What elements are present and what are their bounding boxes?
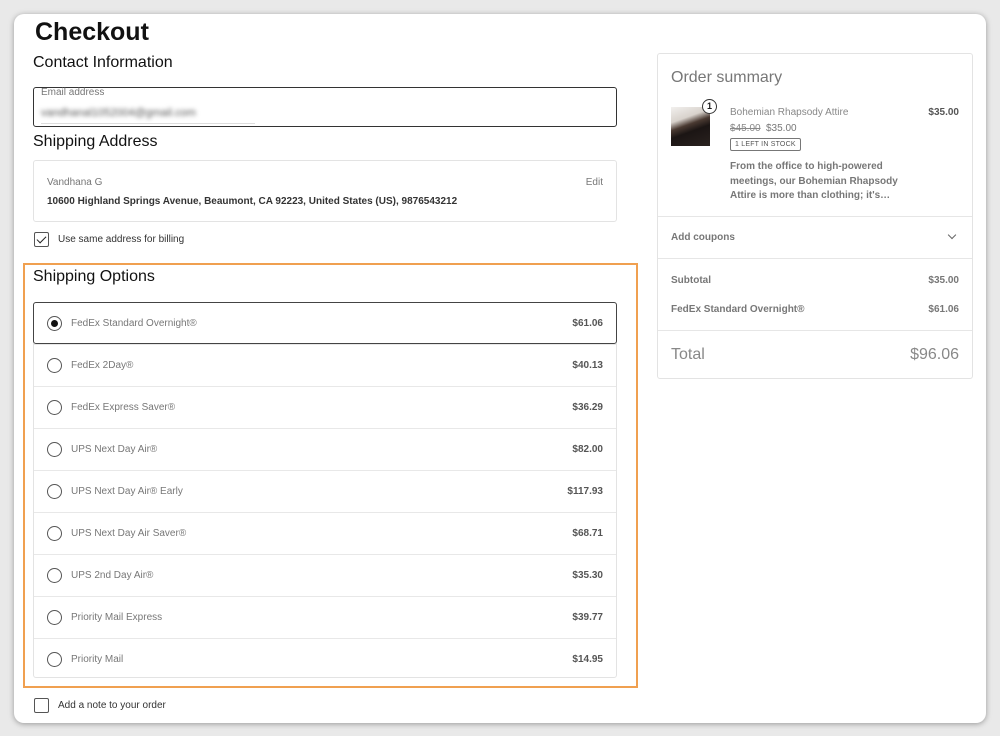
- chevron-down-icon[interactable]: [947, 230, 957, 240]
- shipping-option[interactable]: FedEx Express Saver® $36.29: [34, 386, 616, 428]
- shipping-option-price: $14.95: [572, 654, 603, 665]
- page-title: Checkout: [35, 18, 149, 46]
- product-line-price: $35.00: [928, 107, 959, 118]
- shipping-option[interactable]: UPS Next Day Air® Early $117.93: [34, 470, 616, 512]
- shipping-option-label: UPS Next Day Air Saver®: [71, 528, 187, 539]
- product-thumbnail: [671, 107, 710, 146]
- radio-icon[interactable]: [47, 358, 62, 373]
- shipping-option[interactable]: UPS 2nd Day Air® $35.30: [34, 554, 616, 596]
- email-field-label: Email address: [41, 87, 105, 98]
- shipping-option-price: $35.30: [572, 570, 603, 581]
- same-billing-checkbox[interactable]: [34, 232, 49, 247]
- shipping-option-price: $36.29: [572, 402, 603, 413]
- subtotal-label: Subtotal: [671, 275, 711, 286]
- edit-address-button[interactable]: Edit: [586, 177, 603, 188]
- total-value: $96.06: [910, 346, 959, 363]
- summary-divider: [658, 216, 972, 217]
- radio-icon[interactable]: [47, 610, 62, 625]
- product-description: From the office to high-powered meetings…: [730, 161, 898, 201]
- shipping-option[interactable]: Priority Mail $14.95: [34, 638, 616, 680]
- radio-icon[interactable]: [47, 484, 62, 499]
- radio-selected-icon[interactable]: [47, 315, 62, 331]
- shipping-option[interactable]: FedEx 2Day® $40.13: [34, 344, 616, 386]
- shipping-option-price: $61.06: [572, 317, 603, 329]
- shipping-option-label: UPS Next Day Air®: [71, 444, 158, 455]
- checkout-card: Checkout Contact Information Email addre…: [14, 14, 986, 723]
- email-field[interactable]: Email address vandhanal1052004@gmail.com: [33, 87, 617, 127]
- shipping-cost-label: FedEx Standard Overnight®: [671, 304, 805, 315]
- radio-icon[interactable]: [47, 652, 62, 667]
- shipping-option-label: Priority Mail Express: [71, 612, 163, 623]
- order-summary: Order summary 1 Bohemian Rhapsody Attire…: [657, 53, 973, 379]
- address-name: Vandhana G: [47, 177, 103, 188]
- contact-section-title: Contact Information: [33, 54, 173, 71]
- email-underline: [41, 123, 255, 124]
- quantity-badge: 1: [702, 99, 717, 114]
- shipping-option[interactable]: UPS Next Day Air® $82.00: [34, 428, 616, 470]
- order-note-label: Add a note to your order: [58, 700, 166, 711]
- shipping-option-price: $68.71: [572, 528, 603, 539]
- product-sale-price: $35.00: [766, 123, 797, 134]
- product-old-price: $45.00: [730, 123, 761, 134]
- stock-badge: 1 LEFT IN STOCK: [730, 138, 801, 151]
- radio-icon[interactable]: [47, 526, 62, 541]
- order-note-checkbox-row[interactable]: Add a note to your order: [34, 698, 166, 713]
- add-coupons-toggle[interactable]: Add coupons: [671, 232, 735, 243]
- shipping-option-label: FedEx Standard Overnight®: [71, 317, 197, 329]
- shipping-option[interactable]: FedEx Standard Overnight® $61.06: [33, 302, 617, 344]
- shipping-option-label: UPS 2nd Day Air®: [71, 570, 154, 581]
- shipping-option-price: $117.93: [567, 486, 603, 497]
- subtotal-value: $35.00: [928, 275, 959, 286]
- same-billing-checkbox-row[interactable]: Use same address for billing: [34, 232, 184, 247]
- shipping-option[interactable]: Priority Mail Express $39.77: [34, 596, 616, 638]
- shipping-option-label: FedEx Express Saver®: [71, 402, 176, 413]
- shipping-option[interactable]: UPS Next Day Air Saver® $68.71: [34, 512, 616, 554]
- email-field-value[interactable]: vandhanal1052004@gmail.com: [41, 107, 196, 119]
- radio-icon[interactable]: [47, 568, 62, 583]
- product-name: Bohemian Rhapsody Attire: [730, 107, 849, 118]
- shipping-option-label: Priority Mail: [71, 654, 124, 665]
- shipping-option-label: FedEx 2Day®: [71, 360, 134, 371]
- shipping-options-list: FedEx Standard Overnight® $61.06 FedEx 2…: [33, 302, 617, 678]
- shipping-option-price: $39.77: [572, 612, 603, 623]
- shipping-cost-value: $61.06: [928, 304, 959, 315]
- shipping-option-price: $82.00: [572, 444, 603, 455]
- order-note-checkbox[interactable]: [34, 698, 49, 713]
- shipping-address-card: Vandhana G Edit 10600 Highland Springs A…: [33, 160, 617, 222]
- shipping-options-title: Shipping Options: [33, 268, 155, 285]
- shipping-option-price: $40.13: [572, 360, 603, 371]
- shipping-option-label: UPS Next Day Air® Early: [71, 486, 183, 497]
- summary-divider: [658, 258, 972, 259]
- radio-icon[interactable]: [47, 400, 62, 415]
- radio-icon[interactable]: [47, 442, 62, 457]
- total-label: Total: [671, 346, 705, 363]
- same-billing-label: Use same address for billing: [58, 234, 185, 245]
- shipping-address-title: Shipping Address: [33, 133, 158, 150]
- order-summary-title: Order summary: [671, 69, 783, 86]
- address-line: 10600 Highland Springs Avenue, Beaumont,…: [47, 196, 458, 207]
- summary-divider: [658, 330, 972, 331]
